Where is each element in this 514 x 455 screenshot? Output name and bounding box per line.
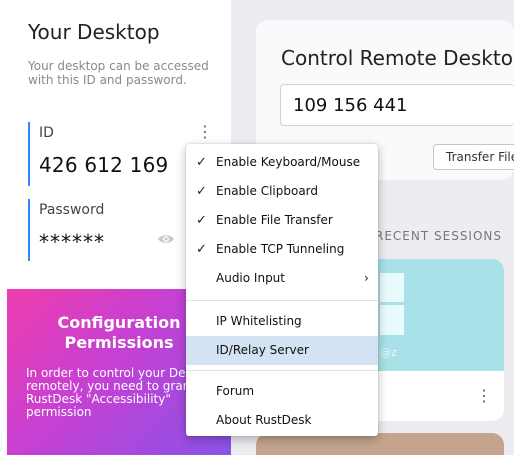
menu-item-label: Audio Input bbox=[216, 271, 285, 285]
menu-item-label: ID/Relay Server bbox=[216, 343, 309, 357]
menu-item-about-rustdesk[interactable]: About RustDesk bbox=[186, 406, 378, 435]
chevron-right-icon: › bbox=[364, 271, 369, 285]
peer-alias: @z bbox=[380, 346, 397, 359]
check-icon: ✓ bbox=[196, 155, 207, 170]
menu-item-label: About RustDesk bbox=[216, 413, 312, 427]
peer-tile-2[interactable] bbox=[256, 433, 504, 455]
menu-divider bbox=[186, 370, 378, 371]
menu-item-enable-file-transfer[interactable]: ✓ Enable File Transfer bbox=[186, 206, 378, 235]
your-desktop-title: Your Desktop bbox=[28, 20, 160, 44]
menu-item-enable-tcp-tunneling[interactable]: ✓ Enable TCP Tunneling bbox=[186, 235, 378, 264]
check-icon: ✓ bbox=[196, 213, 207, 228]
id-settings-menu: ✓ Enable Keyboard/Mouse ✓ Enable Clipboa… bbox=[186, 144, 378, 436]
your-desktop-description: Your desktop can be accessed with this I… bbox=[28, 59, 209, 87]
recent-sessions-label: RECENT SESSIONS bbox=[375, 229, 503, 243]
eye-icon[interactable] bbox=[157, 233, 175, 245]
transfer-file-button[interactable]: Transfer File bbox=[433, 144, 514, 170]
peer-more-menu-icon[interactable]: ⋮ bbox=[476, 386, 492, 405]
menu-item-audio-input[interactable]: Audio Input › bbox=[186, 264, 378, 293]
windows-logo-icon bbox=[380, 273, 404, 335]
id-label: ID bbox=[39, 125, 54, 141]
menu-item-forum[interactable]: Forum bbox=[186, 377, 378, 406]
menu-item-label: Enable Keyboard/Mouse bbox=[216, 155, 361, 169]
menu-item-enable-keyboard-mouse[interactable]: ✓ Enable Keyboard/Mouse bbox=[186, 148, 378, 177]
check-icon: ✓ bbox=[196, 242, 207, 257]
remote-id-value: 109 156 441 bbox=[293, 95, 408, 116]
id-more-menu-icon[interactable]: ⋮ bbox=[197, 122, 213, 142]
remote-id-input[interactable]: 109 156 441 bbox=[280, 84, 514, 126]
menu-item-id-relay-server[interactable]: ID/Relay Server bbox=[186, 336, 378, 365]
menu-item-enable-clipboard[interactable]: ✓ Enable Clipboard bbox=[186, 177, 378, 206]
menu-item-label: Enable TCP Tunneling bbox=[216, 242, 345, 256]
menu-item-label: Enable File Transfer bbox=[216, 213, 333, 227]
menu-item-label: Forum bbox=[216, 384, 255, 398]
control-remote-title: Control Remote Desktop bbox=[281, 46, 514, 70]
check-icon: ✓ bbox=[196, 184, 207, 199]
menu-item-ip-whitelisting[interactable]: IP Whitelisting bbox=[186, 307, 378, 336]
menu-item-label: IP Whitelisting bbox=[216, 314, 302, 328]
menu-item-label: Enable Clipboard bbox=[216, 184, 319, 198]
menu-divider bbox=[186, 300, 378, 301]
